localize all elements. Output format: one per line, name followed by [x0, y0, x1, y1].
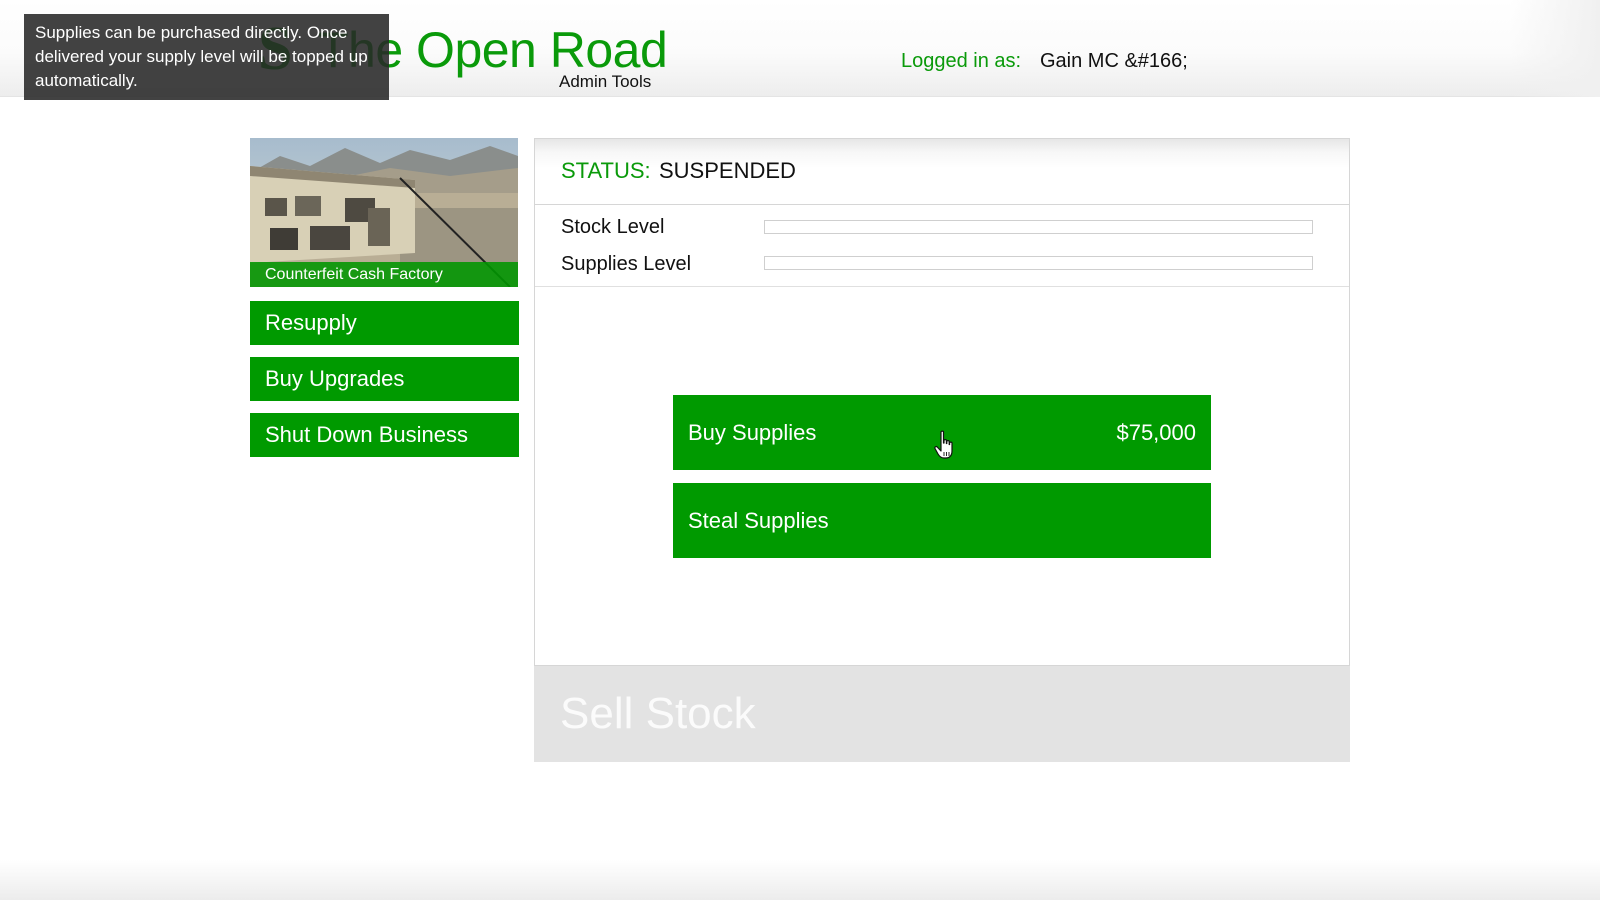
- buy-supplies-price: $75,000: [1116, 420, 1196, 445]
- header-shade: [1510, 0, 1600, 97]
- sell-stock-label: Sell Stock: [560, 689, 756, 738]
- site-subtitle: Admin Tools: [559, 72, 652, 91]
- footer-shade: [0, 860, 1600, 900]
- shut-down-business-button[interactable]: Shut Down Business: [250, 413, 519, 457]
- buy-upgrades-button[interactable]: Buy Upgrades: [250, 357, 519, 401]
- help-tooltip: Supplies can be purchased directly. Once…: [24, 14, 389, 100]
- steal-supplies-button[interactable]: Steal Supplies: [673, 483, 1211, 558]
- login-username: Gain MC &#166;: [1040, 50, 1188, 72]
- hand-pointer-icon: [934, 430, 953, 459]
- business-thumbnail: Counterfeit Cash Factory: [250, 138, 518, 287]
- status-bar: STATUS: SUSPENDED: [535, 139, 1349, 205]
- levels-section: Stock Level Supplies Level: [535, 205, 1349, 287]
- buy-supplies-label: Buy Supplies: [688, 420, 817, 445]
- stock-level-label: Stock Level: [561, 216, 665, 238]
- supplies-level-bar: [764, 256, 1313, 270]
- supplies-level-label: Supplies Level: [561, 253, 692, 275]
- resupply-button[interactable]: Resupply: [250, 301, 519, 345]
- business-name: Counterfeit Cash Factory: [250, 262, 518, 287]
- stock-level-bar: [764, 220, 1313, 234]
- login-label: Logged in as:: [901, 50, 1022, 72]
- status-label: STATUS:: [561, 158, 651, 183]
- status-value: SUSPENDED: [659, 158, 796, 183]
- sell-stock-button[interactable]: Sell Stock: [534, 666, 1350, 762]
- steal-supplies-label: Steal Supplies: [688, 508, 829, 533]
